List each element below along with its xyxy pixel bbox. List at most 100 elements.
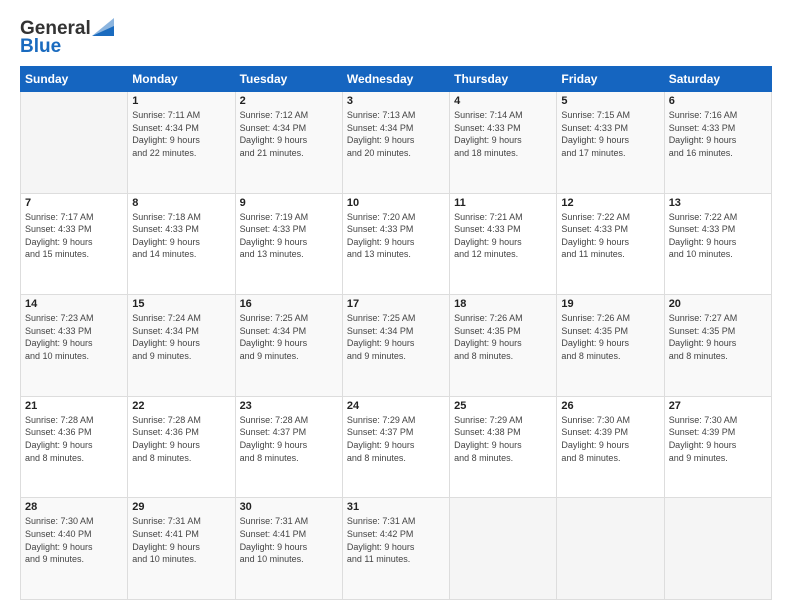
day-number: 26 bbox=[561, 400, 659, 412]
calendar-cell: 13 Sunrise: 7:22 AM Sunset: 4:33 PM Dayli… bbox=[664, 193, 771, 295]
day-number: 19 bbox=[561, 298, 659, 310]
calendar-cell: 5 Sunrise: 7:15 AM Sunset: 4:33 PM Daylig… bbox=[557, 92, 664, 194]
day-info: Sunrise: 7:31 AM Sunset: 4:42 PM Dayligh… bbox=[347, 515, 445, 565]
day-info: Sunrise: 7:17 AM Sunset: 4:33 PM Dayligh… bbox=[25, 211, 123, 261]
calendar-cell: 26 Sunrise: 7:30 AM Sunset: 4:39 PM Dayli… bbox=[557, 396, 664, 498]
day-info: Sunrise: 7:29 AM Sunset: 4:37 PM Dayligh… bbox=[347, 414, 445, 464]
calendar-cell: 12 Sunrise: 7:22 AM Sunset: 4:33 PM Dayli… bbox=[557, 193, 664, 295]
logo-icon bbox=[92, 18, 114, 36]
day-info: Sunrise: 7:16 AM Sunset: 4:33 PM Dayligh… bbox=[669, 109, 767, 159]
weekday-header-monday: Monday bbox=[128, 67, 235, 92]
calendar-cell: 30Sunrise: 7:31 AM Sunset: 4:41 PM Dayli… bbox=[235, 498, 342, 600]
day-number: 6 bbox=[669, 95, 767, 107]
calendar-cell: 6 Sunrise: 7:16 AM Sunset: 4:33 PM Daylig… bbox=[664, 92, 771, 194]
day-number: 24 bbox=[347, 400, 445, 412]
day-number: 7 bbox=[25, 197, 123, 209]
day-info: Sunrise: 7:31 AM Sunset: 4:41 PM Dayligh… bbox=[132, 515, 230, 565]
calendar-cell: 17 Sunrise: 7:25 AM Sunset: 4:34 PM Dayli… bbox=[342, 295, 449, 397]
logo-blue: Blue bbox=[20, 36, 61, 57]
day-info: Sunrise: 7:24 AM Sunset: 4:34 PM Dayligh… bbox=[132, 312, 230, 362]
day-number: 12 bbox=[561, 197, 659, 209]
day-info: Sunrise: 7:19 AM Sunset: 4:33 PM Dayligh… bbox=[240, 211, 338, 261]
day-number: 22 bbox=[132, 400, 230, 412]
day-info: Sunrise: 7:28 AM Sunset: 4:37 PM Dayligh… bbox=[240, 414, 338, 464]
calendar-cell: 10 Sunrise: 7:20 AM Sunset: 4:33 PM Dayli… bbox=[342, 193, 449, 295]
weekday-header-sunday: Sunday bbox=[21, 67, 128, 92]
day-number: 13 bbox=[669, 197, 767, 209]
day-info: Sunrise: 7:25 AM Sunset: 4:34 PM Dayligh… bbox=[240, 312, 338, 362]
calendar-cell: 1 Sunrise: 7:11 AM Sunset: 4:34 PM Daylig… bbox=[128, 92, 235, 194]
day-number: 3 bbox=[347, 95, 445, 107]
day-info: Sunrise: 7:30 AM Sunset: 4:40 PM Dayligh… bbox=[25, 515, 123, 565]
calendar-cell: 31Sunrise: 7:31 AM Sunset: 4:42 PM Dayli… bbox=[342, 498, 449, 600]
calendar-cell: 28 Sunrise: 7:30 AM Sunset: 4:40 PM Dayli… bbox=[21, 498, 128, 600]
day-info: Sunrise: 7:15 AM Sunset: 4:33 PM Dayligh… bbox=[561, 109, 659, 159]
day-number: 11 bbox=[454, 197, 552, 209]
day-info: Sunrise: 7:30 AM Sunset: 4:39 PM Dayligh… bbox=[561, 414, 659, 464]
day-number: 1 bbox=[132, 95, 230, 107]
weekday-header-friday: Friday bbox=[557, 67, 664, 92]
day-number: 25 bbox=[454, 400, 552, 412]
calendar-cell: 2Sunrise: 7:12 AM Sunset: 4:34 PM Daylig… bbox=[235, 92, 342, 194]
day-info: Sunrise: 7:20 AM Sunset: 4:33 PM Dayligh… bbox=[347, 211, 445, 261]
day-number: 14 bbox=[25, 298, 123, 310]
calendar-cell: 14 Sunrise: 7:23 AM Sunset: 4:33 PM Dayli… bbox=[21, 295, 128, 397]
day-info: Sunrise: 7:13 AM Sunset: 4:34 PM Dayligh… bbox=[347, 109, 445, 159]
day-number: 5 bbox=[561, 95, 659, 107]
day-number: 4 bbox=[454, 95, 552, 107]
day-info: Sunrise: 7:26 AM Sunset: 4:35 PM Dayligh… bbox=[454, 312, 552, 362]
day-info: Sunrise: 7:22 AM Sunset: 4:33 PM Dayligh… bbox=[561, 211, 659, 261]
day-number: 29 bbox=[132, 501, 230, 513]
calendar-cell: 3 Sunrise: 7:13 AM Sunset: 4:34 PM Daylig… bbox=[342, 92, 449, 194]
day-number: 15 bbox=[132, 298, 230, 310]
calendar-cell bbox=[21, 92, 128, 194]
calendar-cell: 16 Sunrise: 7:25 AM Sunset: 4:34 PM Dayli… bbox=[235, 295, 342, 397]
calendar-cell: 19 Sunrise: 7:26 AM Sunset: 4:35 PM Dayli… bbox=[557, 295, 664, 397]
day-number: 8 bbox=[132, 197, 230, 209]
calendar-cell: 15 Sunrise: 7:24 AM Sunset: 4:34 PM Dayli… bbox=[128, 295, 235, 397]
calendar-cell bbox=[664, 498, 771, 600]
day-info: Sunrise: 7:23 AM Sunset: 4:33 PM Dayligh… bbox=[25, 312, 123, 362]
calendar-cell: 22 Sunrise: 7:28 AM Sunset: 4:36 PM Dayli… bbox=[128, 396, 235, 498]
day-info: Sunrise: 7:11 AM Sunset: 4:34 PM Dayligh… bbox=[132, 109, 230, 159]
weekday-header-tuesday: Tuesday bbox=[235, 67, 342, 92]
calendar-cell: 24 Sunrise: 7:29 AM Sunset: 4:37 PM Dayli… bbox=[342, 396, 449, 498]
calendar-cell: 11 Sunrise: 7:21 AM Sunset: 4:33 PM Dayli… bbox=[450, 193, 557, 295]
logo: General Blue bbox=[20, 18, 114, 58]
calendar-cell: 18Sunrise: 7:26 AM Sunset: 4:35 PM Dayli… bbox=[450, 295, 557, 397]
calendar-cell: 25 Sunrise: 7:29 AM Sunset: 4:38 PM Dayli… bbox=[450, 396, 557, 498]
day-info: Sunrise: 7:28 AM Sunset: 4:36 PM Dayligh… bbox=[132, 414, 230, 464]
calendar-cell: 23 Sunrise: 7:28 AM Sunset: 4:37 PM Dayli… bbox=[235, 396, 342, 498]
day-info: Sunrise: 7:21 AM Sunset: 4:33 PM Dayligh… bbox=[454, 211, 552, 261]
day-info: Sunrise: 7:14 AM Sunset: 4:33 PM Dayligh… bbox=[454, 109, 552, 159]
calendar-cell: 21 Sunrise: 7:28 AM Sunset: 4:36 PM Dayli… bbox=[21, 396, 128, 498]
day-info: Sunrise: 7:25 AM Sunset: 4:34 PM Dayligh… bbox=[347, 312, 445, 362]
day-info: Sunrise: 7:22 AM Sunset: 4:33 PM Dayligh… bbox=[669, 211, 767, 261]
day-info: Sunrise: 7:26 AM Sunset: 4:35 PM Dayligh… bbox=[561, 312, 659, 362]
calendar-cell: 9 Sunrise: 7:19 AM Sunset: 4:33 PM Daylig… bbox=[235, 193, 342, 295]
day-number: 28 bbox=[25, 501, 123, 513]
day-number: 20 bbox=[669, 298, 767, 310]
day-number: 2 bbox=[240, 95, 338, 107]
calendar-cell: 27Sunrise: 7:30 AM Sunset: 4:39 PM Dayli… bbox=[664, 396, 771, 498]
day-info: Sunrise: 7:27 AM Sunset: 4:35 PM Dayligh… bbox=[669, 312, 767, 362]
calendar-cell bbox=[450, 498, 557, 600]
day-number: 9 bbox=[240, 197, 338, 209]
day-info: Sunrise: 7:31 AM Sunset: 4:41 PM Dayligh… bbox=[240, 515, 338, 565]
calendar-cell: 7 Sunrise: 7:17 AM Sunset: 4:33 PM Daylig… bbox=[21, 193, 128, 295]
day-info: Sunrise: 7:29 AM Sunset: 4:38 PM Dayligh… bbox=[454, 414, 552, 464]
day-number: 21 bbox=[25, 400, 123, 412]
weekday-header-saturday: Saturday bbox=[664, 67, 771, 92]
day-number: 16 bbox=[240, 298, 338, 310]
weekday-header-thursday: Thursday bbox=[450, 67, 557, 92]
day-info: Sunrise: 7:18 AM Sunset: 4:33 PM Dayligh… bbox=[132, 211, 230, 261]
day-number: 17 bbox=[347, 298, 445, 310]
calendar-table: SundayMondayTuesdayWednesdayThursdayFrid… bbox=[20, 66, 772, 600]
day-number: 10 bbox=[347, 197, 445, 209]
day-number: 27 bbox=[669, 400, 767, 412]
day-info: Sunrise: 7:28 AM Sunset: 4:36 PM Dayligh… bbox=[25, 414, 123, 464]
weekday-header-wednesday: Wednesday bbox=[342, 67, 449, 92]
calendar-cell: 29 Sunrise: 7:31 AM Sunset: 4:41 PM Dayli… bbox=[128, 498, 235, 600]
calendar-cell: 20 Sunrise: 7:27 AM Sunset: 4:35 PM Dayli… bbox=[664, 295, 771, 397]
day-number: 23 bbox=[240, 400, 338, 412]
